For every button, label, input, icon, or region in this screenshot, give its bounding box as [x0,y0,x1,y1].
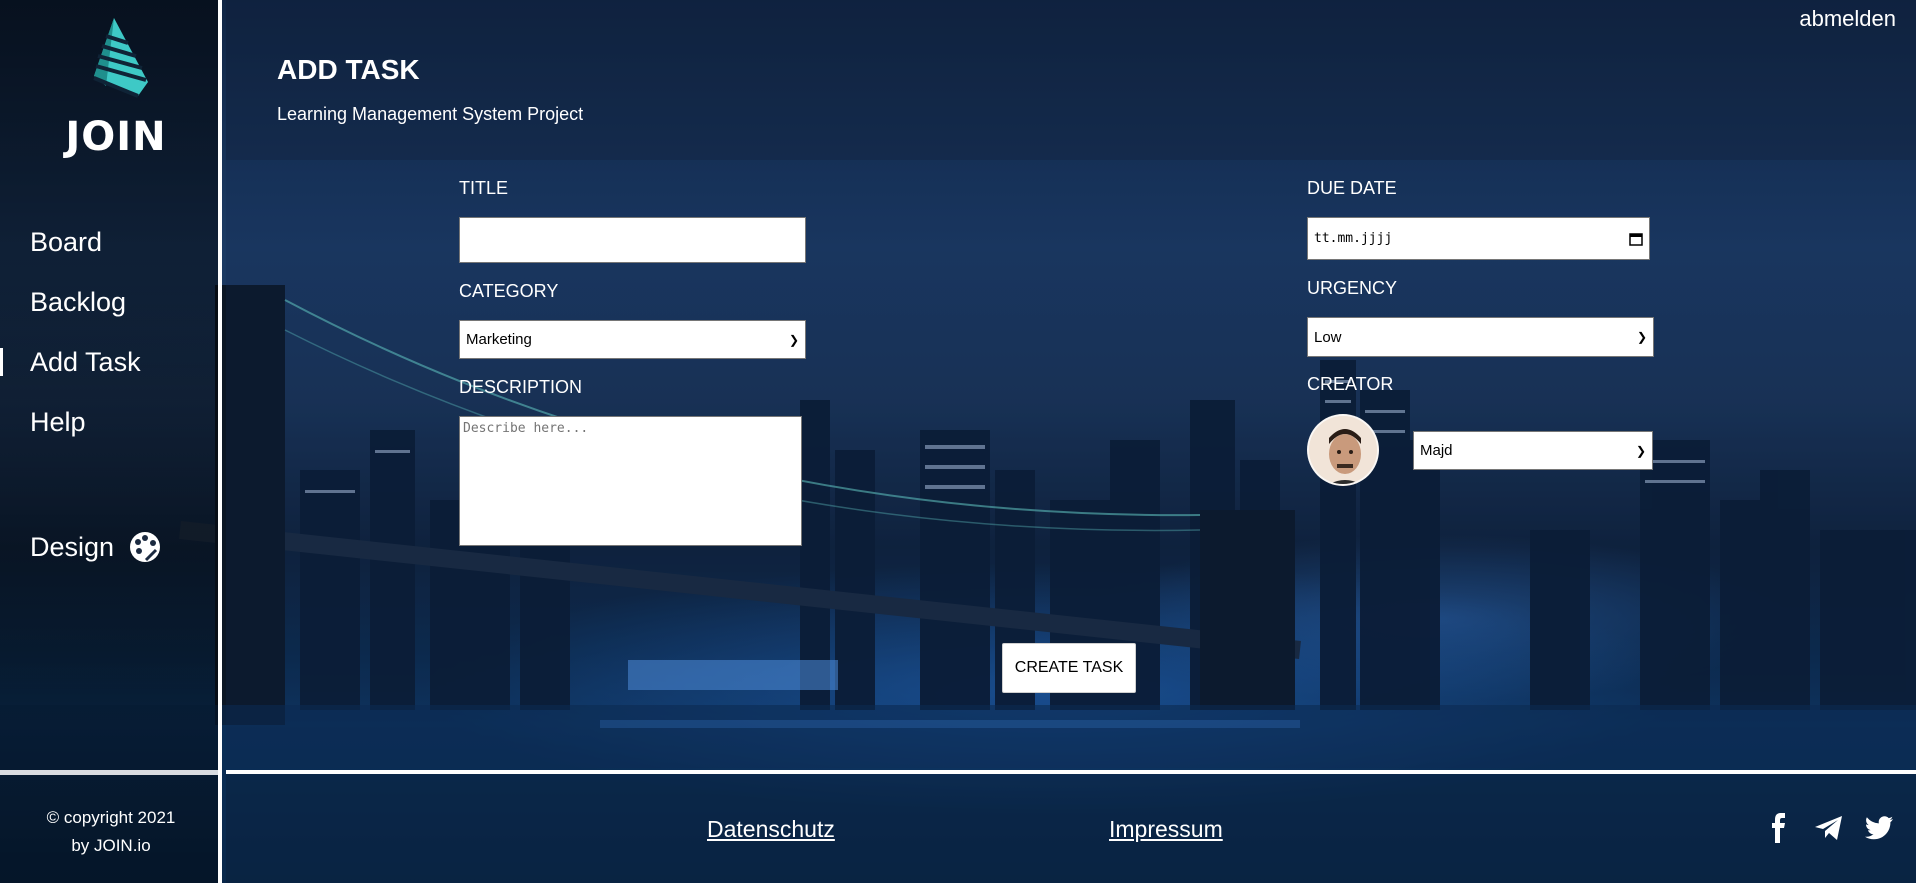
category-label: CATEGORY [459,281,559,301]
nav-item-board[interactable]: Board [0,222,222,282]
urgency-label: URGENCY [1307,278,1398,298]
privacy-link[interactable]: Datenschutz [707,816,835,843]
nav-item-add-task[interactable]: Add Task [0,342,222,402]
nav-item-backlog[interactable]: Backlog [0,282,222,342]
creator-label: CREATOR [1307,374,1394,394]
creator-avatar [1307,414,1379,486]
twitter-icon[interactable] [1863,812,1895,844]
nav-item-help[interactable]: Help [0,402,222,462]
copyright: © copyright 2021 by JOIN.io [0,804,222,860]
telegram-icon[interactable] [1813,812,1845,844]
footer [226,774,1916,883]
imprint-link[interactable]: Impressum [1109,816,1223,843]
design-label: Design [30,531,115,562]
title-label: TITLE [459,178,509,198]
due-date-value: tt.mm.jjjj [1314,231,1393,246]
description-textarea[interactable] [459,416,802,546]
creator-selected-value: Majd [1420,442,1453,459]
chevron-down-icon: ❯ [1636,330,1647,344]
urgency-select[interactable]: Low ❯ [1307,317,1654,357]
logo-text: JOIN [65,114,167,160]
chevron-down-icon: ❯ [1635,443,1646,458]
logout-link[interactable]: abmelden [1799,6,1896,32]
urgency-selected-value: Low [1314,328,1342,346]
facebook-icon[interactable] [1763,812,1795,844]
sidebar-divider [0,770,222,775]
page-title: ADD TASK [277,54,420,85]
sidebar: JOIN Board Backlog Add Task Help Design [0,0,222,883]
design-toggle[interactable]: Design [30,530,162,564]
chevron-down-icon: ❯ [788,332,799,347]
page-header [226,0,1916,160]
due-date-input[interactable]: tt.mm.jjjj [1307,217,1650,260]
copyright-line1: © copyright 2021 [46,808,176,827]
logo[interactable]: JOIN [56,16,176,160]
creator-select[interactable]: Majd ❯ [1413,431,1653,470]
join-logo-icon [93,18,148,98]
main-nav: Board Backlog Add Task Help [0,222,222,462]
category-selected-value: Marketing [466,331,532,348]
calendar-icon[interactable] [1629,232,1643,246]
create-task-button[interactable]: CREATE TASK [1002,643,1136,693]
page-subtitle: Learning Management System Project [277,104,584,124]
category-select[interactable]: Marketing ❯ [459,320,806,359]
palette-icon [130,532,161,562]
description-label: DESCRIPTION [459,377,583,397]
copyright-line2: by JOIN.io [71,836,151,855]
due-date-label: DUE DATE [1307,178,1397,198]
title-input[interactable] [459,217,806,263]
